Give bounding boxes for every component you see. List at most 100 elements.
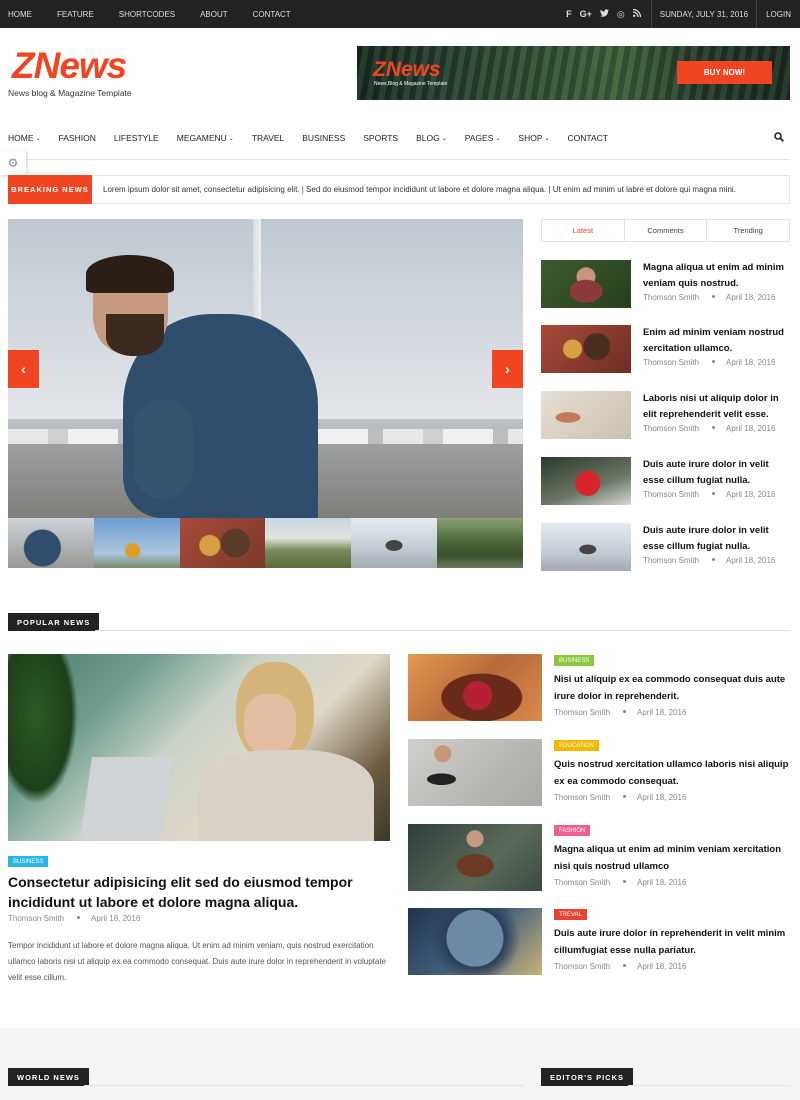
list-item[interactable]: EDUCATION Quis nostrud xercitation ullam…: [408, 739, 790, 807]
post-title[interactable]: Magna aliqua ut enim ad minim veniam xer…: [554, 841, 790, 875]
category-badge[interactable]: TREVAL: [554, 909, 587, 920]
list-item[interactable]: BUSINESS Nisi ut aliquip ex ea commodo c…: [408, 654, 790, 722]
list-item[interactable]: Magna aliqua ut enim ad minim veniam qui…: [541, 260, 790, 310]
post-thumbnail[interactable]: [541, 523, 631, 571]
nav-fashion[interactable]: FASHION: [59, 133, 96, 143]
category-badge[interactable]: BUSINESS: [554, 655, 595, 666]
post-meta: Thomson Smith April 18, 2016: [554, 962, 686, 971]
post-title[interactable]: Magna aliqua ut enim ad minim veniam qui…: [643, 260, 791, 292]
slider-person-arm: [133, 399, 193, 499]
nav-sports[interactable]: SPORTS: [363, 133, 398, 143]
popular-main-title[interactable]: Consectetur adipisicing elit sed do eius…: [8, 872, 388, 912]
post-author[interactable]: Thomson Smith: [643, 490, 699, 499]
nav-label: TRAVEL: [251, 133, 285, 143]
post-title[interactable]: Nisi ut aliquip ex ea commodo consequat …: [554, 671, 790, 705]
top-nav-about[interactable]: ABOUT: [200, 10, 228, 19]
post-meta: Thomson Smith April 18, 2016: [643, 424, 775, 433]
category-badge[interactable]: BUSINESS: [8, 856, 49, 867]
login-link[interactable]: LOGIN: [756, 0, 800, 28]
chevron-down-icon: ⌄: [441, 135, 447, 142]
nav-home[interactable]: HOME ⌄: [8, 133, 41, 143]
post-author[interactable]: Thomson Smith: [554, 962, 610, 971]
post-title[interactable]: Quis nostrud xercitation ullamco laboris…: [554, 756, 790, 790]
post-thumbnail[interactable]: [408, 739, 542, 806]
meta-separator: [712, 360, 716, 363]
slider-thumb[interactable]: [437, 518, 523, 568]
post-meta: Thomson Smith April 18, 2016: [643, 490, 775, 499]
ad-banner[interactable]: ZNews News,Blog & Magazine Template BUY …: [357, 46, 790, 100]
slider-thumb[interactable]: [8, 518, 94, 568]
list-item[interactable]: FASHION Magna aliqua ut enim ad minim ve…: [408, 824, 790, 892]
tab-comments[interactable]: Comments: [625, 220, 708, 241]
post-author[interactable]: Thomson Smith: [643, 424, 699, 433]
site-logo[interactable]: ZNews: [12, 44, 127, 88]
post-author[interactable]: Thomson Smith: [643, 358, 699, 367]
nav-contact[interactable]: CONTACT: [568, 133, 608, 143]
slider-person-beard: [106, 314, 164, 356]
post-author[interactable]: Thomson Smith: [8, 914, 64, 923]
breaking-news-ticker[interactable]: Lorem ipsum dolor sit amet, consectetur …: [103, 185, 736, 194]
post-author[interactable]: Thomson Smith: [554, 708, 610, 717]
list-item[interactable]: TREVAL Duis aute irure dolor in reprehen…: [408, 908, 790, 976]
list-item[interactable]: Duis aute irure dolor in velit esse cill…: [541, 523, 790, 573]
post-author[interactable]: Thomson Smith: [554, 878, 610, 887]
search-icon[interactable]: [774, 132, 784, 142]
slider-thumb[interactable]: [351, 518, 438, 568]
nav-travel[interactable]: TRAVEL: [252, 133, 284, 143]
nav-label: BUSINESS: [302, 133, 346, 143]
tab-trending[interactable]: Trending: [707, 220, 789, 241]
list-item[interactable]: Laboris nisi ut aliquip dolor in elit re…: [541, 391, 790, 441]
post-author[interactable]: Thomson Smith: [643, 556, 699, 565]
post-title[interactable]: Enim ad minim veniam nostrud xercitation…: [643, 325, 791, 357]
post-author[interactable]: Thomson Smith: [643, 293, 699, 302]
popular-news-heading: POPULAR NEWS: [8, 613, 100, 631]
nav-business[interactable]: BUSINESS: [302, 133, 345, 143]
nav-megamenu[interactable]: MEGAMENU ⌄: [177, 133, 234, 143]
post-thumbnail[interactable]: [541, 260, 631, 308]
top-nav-feature[interactable]: FEATURE: [57, 10, 94, 19]
top-nav-home[interactable]: HOME: [8, 10, 32, 19]
tab-latest[interactable]: Latest: [542, 220, 625, 241]
post-thumbnail[interactable]: [408, 908, 542, 975]
nav-shop[interactable]: SHOP ⌄: [518, 133, 549, 143]
nav-blog[interactable]: BLOG ⌄: [416, 133, 447, 143]
google-plus-icon[interactable]: G+: [580, 9, 592, 20]
popular-main-image[interactable]: [8, 654, 390, 841]
slider-thumb[interactable]: [265, 518, 352, 568]
top-nav-shortcodes[interactable]: SHORTCODES: [119, 10, 175, 19]
slider-thumb[interactable]: [93, 518, 180, 568]
facebook-icon[interactable]: f: [566, 9, 572, 20]
post-title[interactable]: Laboris nisi ut aliquip dolor in elit re…: [643, 391, 791, 423]
slider-thumb[interactable]: [179, 518, 266, 568]
top-nav-contact[interactable]: CONTACT: [253, 10, 291, 19]
rss-icon[interactable]: [632, 8, 641, 20]
list-item[interactable]: Duis aute irure dolor in velit esse cill…: [541, 457, 790, 507]
featured-slider-image[interactable]: [8, 219, 523, 518]
dribbble-icon[interactable]: ◎: [617, 9, 625, 20]
category-badge[interactable]: FASHION: [554, 825, 591, 836]
slider-prev-button[interactable]: ‹: [8, 350, 39, 388]
post-author[interactable]: Thomson Smith: [554, 793, 610, 802]
nav-lifestyle[interactable]: LIFESTYLE: [114, 133, 159, 143]
slider-next-button[interactable]: ›: [492, 350, 523, 388]
post-thumbnail[interactable]: [541, 325, 631, 373]
post-title[interactable]: Duis aute irure dolor in reprehenderit i…: [554, 925, 790, 959]
post-thumbnail[interactable]: [541, 457, 631, 505]
post-date: April 18, 2016: [637, 708, 687, 717]
nav-pages[interactable]: PAGES ⌄: [465, 133, 501, 143]
meta-separator: [712, 426, 716, 429]
category-badge[interactable]: EDUCATION: [554, 740, 599, 751]
twitter-icon[interactable]: [599, 8, 609, 20]
top-nav: HOME FEATURE SHORTCODES ABOUT CONTACT: [0, 10, 316, 19]
popular-main-excerpt: Tempor incididunt ut labore et dolore ma…: [8, 941, 386, 982]
post-thumbnail[interactable]: [408, 824, 542, 891]
post-thumbnail[interactable]: [541, 391, 631, 439]
gear-icon[interactable]: ⚙: [0, 150, 26, 175]
post-meta: Thomson Smith April 18, 2016: [554, 793, 686, 802]
post-title[interactable]: Duis aute irure dolor in velit esse cill…: [643, 457, 791, 489]
buy-now-button[interactable]: BUY NOW!: [677, 61, 772, 84]
list-item[interactable]: Enim ad minim veniam nostrud xercitation…: [541, 325, 790, 375]
post-thumbnail[interactable]: [408, 654, 542, 721]
post-title[interactable]: Duis aute irure dolor in velit esse cill…: [643, 523, 791, 555]
nav-label: SHOP: [518, 133, 543, 143]
